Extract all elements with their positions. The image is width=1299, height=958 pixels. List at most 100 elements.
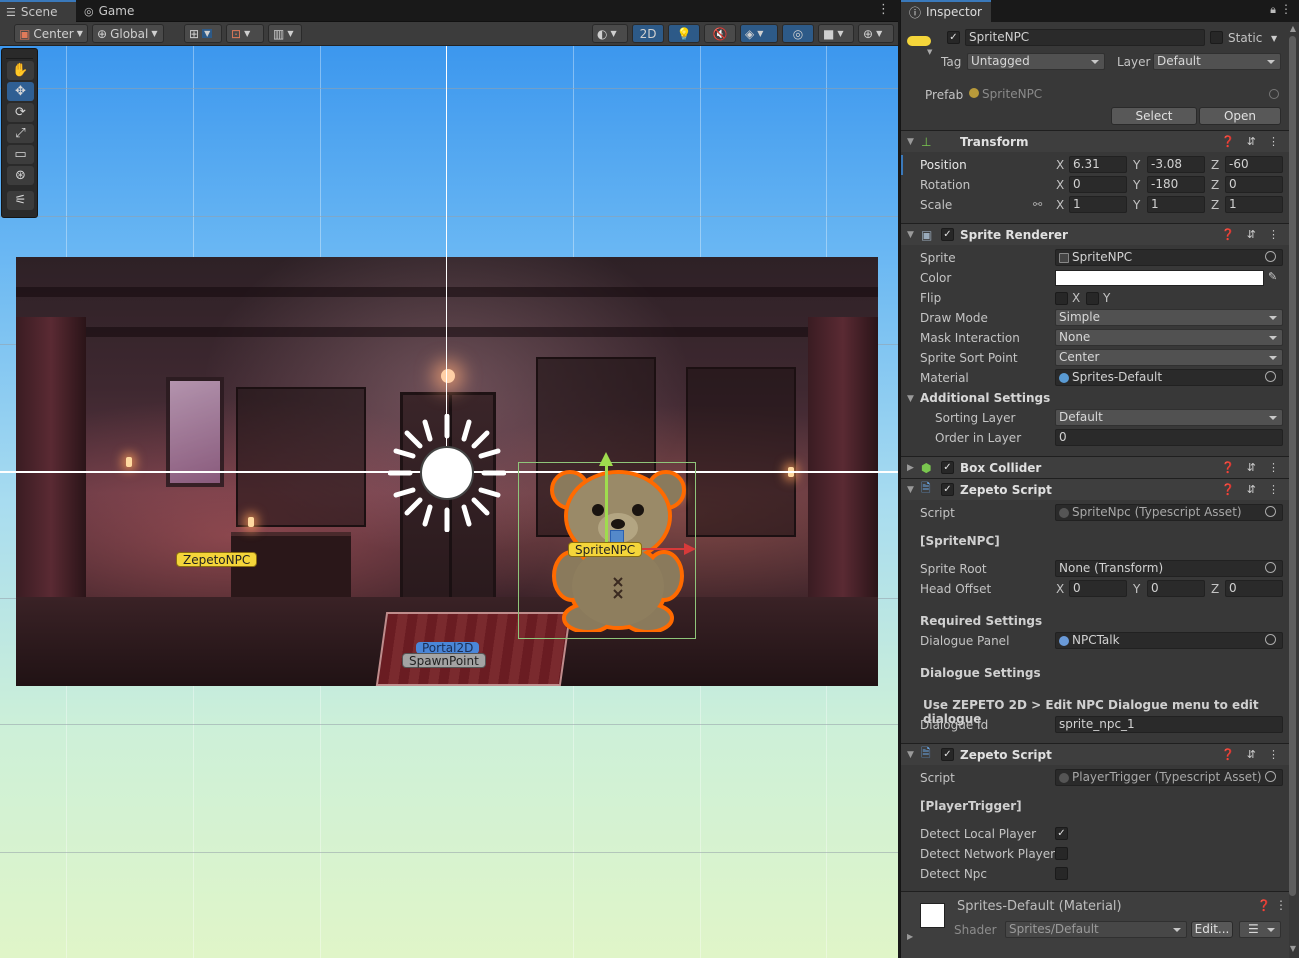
hidden-toggle[interactable]: ◎ xyxy=(782,24,814,43)
sort-point-dropdown[interactable]: Center xyxy=(1055,349,1283,366)
scale-y-field[interactable]: 1 xyxy=(1147,196,1205,213)
scene-label-spawn-point[interactable]: SpawnPoint xyxy=(402,653,486,668)
rect-tool-icon[interactable]: ▭ xyxy=(7,145,34,164)
target-icon[interactable] xyxy=(1269,89,1279,99)
tab-scene[interactable]: ☰ Scene xyxy=(0,0,76,22)
rotate-tool-icon[interactable]: ⟳ xyxy=(7,103,34,122)
target-icon[interactable] xyxy=(1265,771,1276,782)
eyedropper-icon[interactable]: ✎ xyxy=(1268,270,1277,283)
scroll-up-arrow[interactable]: ▲ xyxy=(1290,24,1296,33)
zepeto-script-1-enabled-checkbox[interactable]: ✓ xyxy=(941,483,954,496)
pivot-dropdown[interactable]: ▣ Center ▼ xyxy=(14,24,88,43)
zepeto-script-2-header[interactable]: ▼ 🗎 ✓ Zepeto Script ❓ ⇵ ⋮ xyxy=(901,743,1289,765)
help-icon[interactable]: ❓ xyxy=(1221,748,1235,761)
inspector-scrollbar[interactable] xyxy=(1289,36,1296,896)
preset-icon[interactable]: ⇵ xyxy=(1247,748,1256,761)
scale-z-field[interactable]: 1 xyxy=(1225,196,1283,213)
sprite-field[interactable]: SpriteNPC xyxy=(1055,249,1283,266)
more-menu-icon[interactable]: ⋮ xyxy=(877,2,890,17)
object-name-field[interactable]: SpriteNPC xyxy=(965,29,1205,46)
mask-interaction-dropdown[interactable]: None xyxy=(1055,329,1283,346)
help-icon[interactable]: ❓ xyxy=(1257,899,1271,912)
zepeto-script-1-header[interactable]: ▼ 🗎 ✓ Zepeto Script ❓ ⇵ ⋮ xyxy=(901,478,1289,500)
target-icon[interactable] xyxy=(1265,371,1276,382)
shader-options-dropdown[interactable]: ☰ xyxy=(1239,921,1281,938)
zepeto-script-2-enabled-checkbox[interactable]: ✓ xyxy=(941,748,954,761)
dialogue-id-field[interactable]: sprite_npc_1 xyxy=(1055,716,1283,733)
draw-mode-dropdown[interactable]: Simple xyxy=(1055,309,1283,326)
target-icon[interactable] xyxy=(1265,251,1276,262)
box-collider-header[interactable]: ▶ ⬢ ✓ Box Collider ❓ ⇵ ⋮ xyxy=(901,456,1289,478)
static-checkbox[interactable] xyxy=(1210,31,1223,44)
snap-toggle[interactable]: ⊡ ▼ xyxy=(226,24,264,43)
lighting-toggle[interactable]: 💡 xyxy=(668,24,700,43)
lock-icon[interactable]: 🔒︎ xyxy=(1270,3,1276,17)
tab-inspector[interactable]: ⓘ Inspector xyxy=(901,0,991,22)
increment-snap[interactable]: ▥ ▼ xyxy=(268,24,302,43)
head-offset-x-field[interactable]: 0 xyxy=(1069,580,1127,597)
box-collider-enabled-checkbox[interactable]: ✓ xyxy=(941,461,954,474)
transform-tool-icon[interactable]: ⊛ xyxy=(7,166,34,185)
directional-light-gizmo[interactable] xyxy=(388,414,506,532)
move-gizmo-y-axis[interactable] xyxy=(605,462,608,546)
additional-settings-foldout[interactable]: Additional Settings xyxy=(920,391,1050,405)
rotation-x-field[interactable]: 0 xyxy=(1069,176,1127,193)
chevron-right-icon[interactable]: ▶ xyxy=(907,932,913,941)
sprite-renderer-header[interactable]: ▼ ▣ ✓ Sprite Renderer ❓ ⇵ ⋮ xyxy=(901,223,1289,245)
scene-viewport[interactable]: ZepetoNPC SpriteNPC Portal2D SpawnPoint xyxy=(0,46,898,958)
scale-x-field[interactable]: 1 xyxy=(1069,196,1127,213)
hand-tool-icon[interactable]: ✋ xyxy=(7,61,34,80)
help-icon[interactable]: ❓ xyxy=(1221,483,1235,496)
scale-tool-icon[interactable]: ⤢ xyxy=(7,124,34,143)
chevron-down-icon[interactable]: ▼ xyxy=(1271,34,1277,43)
shader-edit-button[interactable]: Edit... xyxy=(1191,921,1233,938)
dialogue-panel-field[interactable]: NPCTalk xyxy=(1055,632,1283,649)
shader-dropdown[interactable]: Sprites/Default xyxy=(1005,921,1187,938)
sprite-root-field[interactable]: None (Transform) xyxy=(1055,560,1283,577)
palette-grip[interactable] xyxy=(6,49,33,59)
chevron-down-icon[interactable]: ▼ xyxy=(907,394,914,404)
scroll-down-arrow[interactable]: ▼ xyxy=(1290,944,1296,953)
more-menu-icon[interactable]: ⋮ xyxy=(1268,748,1279,761)
link-icon[interactable]: ⚯ xyxy=(1033,198,1042,211)
preset-icon[interactable]: ⇵ xyxy=(1247,461,1256,474)
color-swatch[interactable] xyxy=(1055,270,1264,286)
help-icon[interactable]: ❓ xyxy=(1221,135,1235,148)
flip-x-checkbox[interactable] xyxy=(1055,292,1068,305)
transform-header[interactable]: ▼ ⊥ Transform ❓ ⇵ ⋮ xyxy=(901,130,1289,152)
active-checkbox[interactable]: ✓ xyxy=(947,31,960,44)
audio-toggle[interactable]: 🔇 xyxy=(704,24,736,43)
preset-icon[interactable]: ⇵ xyxy=(1247,228,1256,241)
tag-dropdown[interactable]: Untagged xyxy=(967,53,1105,70)
target-icon[interactable] xyxy=(1265,634,1276,645)
position-x-field[interactable]: 6.31 xyxy=(1069,156,1127,173)
detect-local-player-checkbox[interactable]: ✓ xyxy=(1055,827,1068,840)
move-gizmo-x-arrow[interactable] xyxy=(684,543,696,555)
help-icon[interactable]: ❓ xyxy=(1221,228,1235,241)
2d-toggle[interactable]: 2D xyxy=(632,24,664,43)
space-dropdown[interactable]: ⊕ Global ▼ xyxy=(92,24,164,43)
more-menu-icon[interactable]: ⋮ xyxy=(1268,461,1279,474)
scene-label-sprite-npc[interactable]: SpriteNPC xyxy=(568,542,643,557)
help-icon[interactable]: ❓ xyxy=(1221,461,1235,474)
target-icon[interactable] xyxy=(1265,506,1276,517)
custom-tool-icon[interactable]: ⚟ xyxy=(7,191,34,210)
grid-toggle[interactable]: ⊞ ▼ xyxy=(184,24,222,43)
move-tool-icon[interactable]: ✥ xyxy=(7,82,34,101)
more-menu-icon[interactable]: ⋮ xyxy=(1268,483,1279,496)
position-y-field[interactable]: -3.08 xyxy=(1147,156,1205,173)
flip-y-checkbox[interactable] xyxy=(1086,292,1099,305)
order-in-layer-field[interactable]: 0 xyxy=(1055,429,1283,446)
tab-game[interactable]: ◎ Game xyxy=(78,0,142,22)
move-gizmo-y-arrow[interactable] xyxy=(599,452,613,466)
detect-npc-checkbox[interactable] xyxy=(1055,867,1068,880)
preset-icon[interactable]: ⇵ xyxy=(1247,135,1256,148)
effects-toggle[interactable]: ◈ ▼ xyxy=(740,24,778,43)
material-field[interactable]: Sprites-Default xyxy=(1055,369,1283,386)
more-menu-icon[interactable]: ⋮ xyxy=(1275,898,1287,912)
prefab-field[interactable]: SpriteNPC xyxy=(967,86,1283,103)
layer-dropdown[interactable]: Default xyxy=(1153,53,1281,70)
head-offset-y-field[interactable]: 0 xyxy=(1147,580,1205,597)
position-z-field[interactable]: -60 xyxy=(1225,156,1283,173)
more-menu-icon[interactable]: ⋮ xyxy=(1280,2,1292,16)
